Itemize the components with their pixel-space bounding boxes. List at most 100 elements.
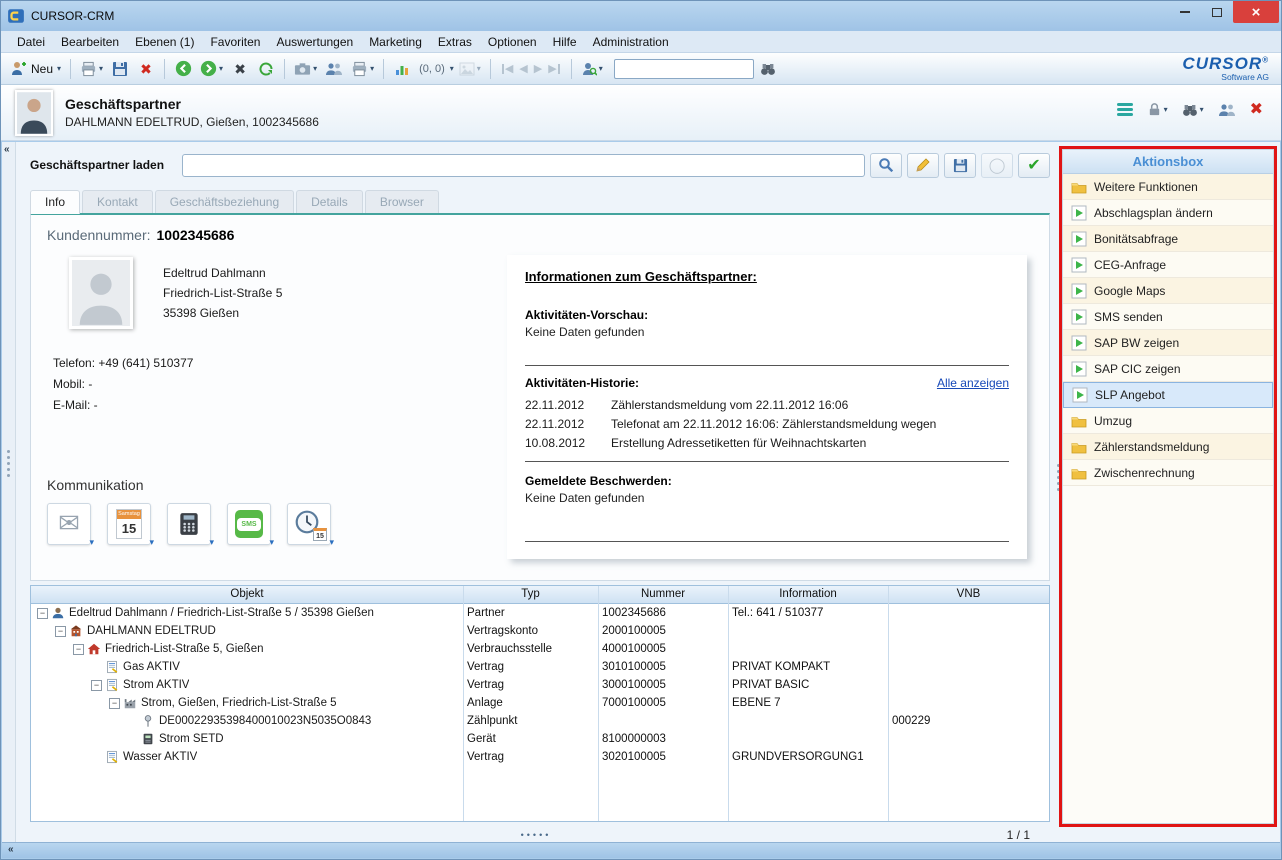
tab-info[interactable]: Info — [30, 190, 80, 214]
search-record-button[interactable]: ▾ — [1182, 102, 1204, 118]
close-button[interactable]: × — [1233, 1, 1279, 23]
tree-row[interactable]: −Edeltrud Dahlmann / Friedrich-List-Stra… — [31, 604, 1049, 622]
lock-icon — [1147, 102, 1162, 117]
collapse-left-icon[interactable]: « — [4, 144, 10, 155]
tree-row[interactable]: −Friedrich-List-Straße 5, GießenVerbrauc… — [31, 640, 1049, 658]
nav-first-button[interactable]: ◀ — [501, 62, 513, 75]
splitter-dots[interactable]: ••••• — [521, 830, 552, 840]
menu-item-marketing[interactable]: Marketing — [361, 33, 430, 51]
tree-expand-toggle[interactable]: − — [73, 644, 84, 655]
phone-call-button[interactable]: ▾ — [167, 503, 211, 545]
appointment-button[interactable]: 15 ▾ — [287, 503, 331, 545]
lock-button[interactable]: ▾ — [1147, 102, 1168, 117]
aktionsbox-item-umzug[interactable]: Umzug — [1063, 408, 1273, 434]
edit-button[interactable] — [907, 153, 939, 178]
confirm-button[interactable]: ✔ — [1018, 153, 1050, 178]
aktionsbox-item-weitere-funktionen[interactable]: Weitere Funktionen — [1063, 174, 1273, 200]
menu-item-ebenen-1[interactable]: Ebenen (1) — [127, 33, 202, 51]
tree-row[interactable]: Strom SETDGerät8100000003 — [31, 730, 1049, 748]
refresh-button[interactable] — [254, 57, 278, 81]
contacts-button[interactable] — [322, 57, 346, 81]
print-preview-button[interactable]: ▾ — [348, 57, 377, 81]
back-button[interactable] — [171, 57, 195, 81]
menu-item-auswertungen[interactable]: Auswertungen — [268, 33, 361, 51]
column-header-typ[interactable]: Typ — [463, 586, 598, 603]
historie-row[interactable]: 22.11.2012Zählerstandsmeldung vom 22.11.… — [525, 396, 1009, 415]
tree-row[interactable]: DE00022935398400010023N5035O0843Zählpunk… — [31, 712, 1049, 730]
splitter-handle[interactable] — [1057, 464, 1060, 491]
contacts-header-button[interactable] — [1218, 103, 1236, 117]
new-button[interactable]: Neu ▾ — [7, 57, 64, 81]
forward-button[interactable]: ▾ — [197, 57, 226, 81]
tree-row[interactable]: Wasser AKTIVVertrag3020100005GRUNDVERSOR… — [31, 748, 1049, 766]
column-header-objekt[interactable]: Objekt — [31, 586, 463, 603]
tree-expand-toggle[interactable]: − — [109, 698, 120, 709]
loader-input[interactable] — [182, 154, 865, 177]
nav-last-button[interactable]: ▶ — [548, 62, 560, 75]
tab-kontakt[interactable]: Kontakt — [82, 190, 153, 214]
main-area: Geschäftspartner laden ◯ ✔ InfoKontaktGe… — [16, 142, 1056, 842]
tree-row[interactable]: Gas AKTIVVertrag3010100005PRIVAT KOMPAKT — [31, 658, 1049, 676]
save-button[interactable] — [108, 57, 132, 81]
print-button[interactable]: ▾ — [77, 57, 106, 81]
chart-button[interactable] — [390, 57, 414, 81]
layout-menu-button[interactable] — [1117, 101, 1133, 118]
column-header-information[interactable]: Information — [728, 586, 888, 603]
tree-row[interactable]: −DAHLMANN EDELTRUDVertragskonto200010000… — [31, 622, 1049, 640]
image-button[interactable]: ▾ — [456, 57, 484, 81]
historie-row[interactable]: 10.08.2012Erstellung Adressetiketten für… — [525, 434, 1009, 453]
menu-item-extras[interactable]: Extras — [430, 33, 480, 51]
left-splitter-handle[interactable] — [7, 450, 10, 477]
minimize-button[interactable] — [1169, 1, 1201, 23]
tab-geschäftsbeziehung[interactable]: Geschäftsbeziehung — [155, 190, 294, 214]
close-record-button[interactable]: ✖ — [1250, 102, 1263, 118]
aktionsbox-item-ceg-anfrage[interactable]: CEG-Anfrage — [1063, 252, 1273, 278]
column-header-nummer[interactable]: Nummer — [598, 586, 728, 603]
quick-search-input[interactable] — [614, 59, 754, 79]
nav-previous-button[interactable]: ◀ — [519, 62, 527, 75]
calendar-button[interactable]: Samstag 15 ▾ — [107, 503, 151, 545]
user-search-button[interactable]: ▾ — [578, 57, 606, 81]
aktionsbox-item-zwischenrechnung[interactable]: Zwischenrechnung — [1063, 460, 1273, 486]
left-collapse-strip[interactable]: « — [2, 142, 16, 842]
block-button[interactable]: ◯ — [981, 153, 1013, 178]
aktionsbox-item-sap-cic-zeigen[interactable]: SAP CIC zeigen — [1063, 356, 1273, 382]
tree-expand-toggle[interactable]: − — [37, 608, 48, 619]
aktionsbox-item-slp-angebot[interactable]: SLP Angebot — [1063, 382, 1273, 408]
column-header-vnb[interactable]: VNB — [888, 586, 1049, 603]
nav-next-button[interactable]: ▶ — [534, 62, 542, 75]
menu-item-hilfe[interactable]: Hilfe — [545, 33, 585, 51]
alle-anzeigen-link[interactable]: Alle anzeigen — [937, 376, 1009, 390]
aktionsbox-item-sap-bw-zeigen[interactable]: SAP BW zeigen — [1063, 330, 1273, 356]
search-button[interactable] — [870, 153, 902, 178]
menu-item-datei[interactable]: Datei — [9, 33, 53, 51]
aktionsbox-item-sms-senden[interactable]: SMS senden — [1063, 304, 1273, 330]
aktionsbox-item-bonitätsabfrage[interactable]: Bonitätsabfrage — [1063, 226, 1273, 252]
find-button[interactable] — [756, 57, 780, 81]
tree-expand-toggle[interactable]: − — [55, 626, 66, 637]
tree-row[interactable]: −Strom AKTIVVertrag3000100005PRIVAT BASI… — [31, 676, 1049, 694]
email-button[interactable]: ✉ ▾ — [47, 503, 91, 545]
menu-item-favoriten[interactable]: Favoriten — [202, 33, 268, 51]
sms-button[interactable]: SMS ▾ — [227, 503, 271, 545]
customer-number-row: Kundennummer:1002345686 — [47, 227, 234, 243]
camera-button[interactable]: ▾ — [291, 57, 320, 81]
tab-details[interactable]: Details — [296, 190, 363, 214]
menu-item-administration[interactable]: Administration — [585, 33, 677, 51]
aktionsbox-item-google-maps[interactable]: Google Maps — [1063, 278, 1273, 304]
typ-cell: Gerät — [463, 730, 598, 748]
tab-browser[interactable]: Browser — [365, 190, 439, 214]
aktionsbox-item-zählerstandsmeldung[interactable]: Zählerstandsmeldung — [1063, 434, 1273, 460]
tree-expand-toggle[interactable]: − — [91, 680, 102, 691]
cancel-button[interactable]: ✖ — [228, 57, 252, 81]
menu-item-bearbeiten[interactable]: Bearbeiten — [53, 33, 127, 51]
delete-button[interactable]: ✖ — [134, 57, 158, 81]
save-record-button[interactable] — [944, 153, 976, 178]
maximize-button[interactable] — [1201, 1, 1233, 23]
menu-item-optionen[interactable]: Optionen — [480, 33, 545, 51]
historie-row[interactable]: 22.11.2012Telefonat am 22.11.2012 16:06:… — [525, 415, 1009, 434]
divider — [525, 365, 1009, 366]
aktionsbox-item-abschlagsplan-ändern[interactable]: Abschlagsplan ändern — [1063, 200, 1273, 226]
collapse-bottom-icon[interactable]: « — [8, 844, 14, 855]
tree-row[interactable]: −Strom, Gießen, Friedrich-List-Straße 5A… — [31, 694, 1049, 712]
